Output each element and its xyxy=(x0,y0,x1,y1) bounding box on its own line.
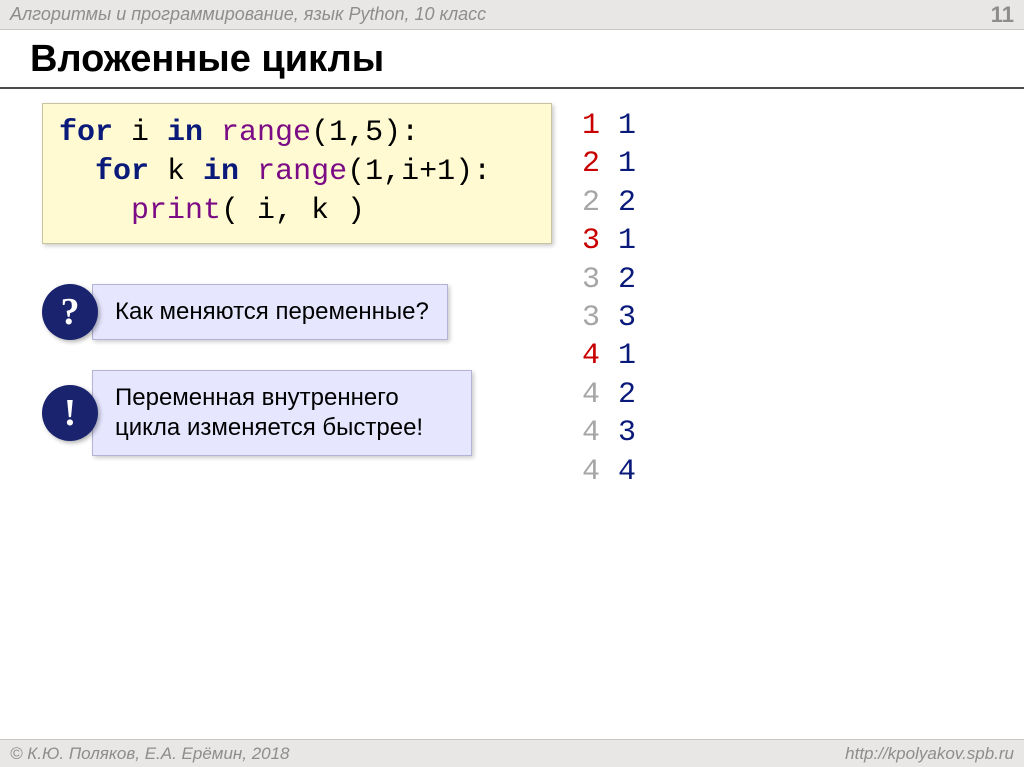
keyword-for: for xyxy=(95,155,149,189)
output-row: 4 4 xyxy=(582,453,636,491)
content-area: for i in range(1,5): for k in range(1,i+… xyxy=(0,89,1024,491)
output-k: 3 xyxy=(618,416,636,450)
output-k: 2 xyxy=(618,378,636,412)
code-block: for i in range(1,5): for k in range(1,i+… xyxy=(42,103,552,244)
footer-url: http://kpolyakov.spb.ru xyxy=(845,744,1014,764)
output-i: 2 xyxy=(582,186,600,220)
output-i: 2 xyxy=(582,147,600,181)
output-k: 1 xyxy=(618,147,636,181)
output-row: 4 2 xyxy=(582,376,636,414)
keyword-in: in xyxy=(167,116,203,150)
func-range: range xyxy=(239,155,347,189)
output-row: 3 2 xyxy=(582,261,636,299)
keyword-for: for xyxy=(59,116,113,150)
output-row: 1 1 xyxy=(582,107,636,145)
output-row: 3 3 xyxy=(582,299,636,337)
output-k: 1 xyxy=(618,224,636,258)
output-k: 3 xyxy=(618,301,636,335)
output-row: 4 3 xyxy=(582,414,636,452)
output-i: 3 xyxy=(582,301,600,335)
page-number: 11 xyxy=(991,2,1014,28)
output-column: 1 12 12 23 13 23 34 14 24 34 4 xyxy=(582,103,636,491)
exclamation-icon: ! xyxy=(42,385,98,441)
output-row: 2 1 xyxy=(582,145,636,183)
output-k: 1 xyxy=(618,109,636,143)
output-i: 3 xyxy=(582,224,600,258)
question-icon: ? xyxy=(42,284,98,340)
output-i: 4 xyxy=(582,455,600,489)
output-i: 3 xyxy=(582,263,600,297)
output-block: 1 12 12 23 13 23 34 14 24 34 4 xyxy=(582,107,636,491)
output-i: 1 xyxy=(582,109,600,143)
output-row: 2 2 xyxy=(582,184,636,222)
left-column: for i in range(1,5): for k in range(1,i+… xyxy=(42,103,602,491)
output-i: 4 xyxy=(582,416,600,450)
output-row: 4 1 xyxy=(582,337,636,375)
output-k: 4 xyxy=(618,455,636,489)
exclamation-callout: ! Переменная внутреннего цикла изменяетс… xyxy=(42,370,602,456)
keyword-in: in xyxy=(203,155,239,189)
func-range: range xyxy=(203,116,311,150)
output-k: 1 xyxy=(618,339,636,373)
main-title: Вложенные циклы xyxy=(0,30,1024,89)
func-print: print xyxy=(131,194,221,228)
output-i: 4 xyxy=(582,339,600,373)
output-k: 2 xyxy=(618,186,636,220)
question-callout: ? Как меняются переменные? xyxy=(42,284,602,340)
output-row: 3 1 xyxy=(582,222,636,260)
header-title: Алгоритмы и программирование, язык Pytho… xyxy=(10,4,486,25)
output-i: 4 xyxy=(582,378,600,412)
exclamation-text: Переменная внутреннего цикла изменяется … xyxy=(92,370,472,456)
question-text: Как меняются переменные? xyxy=(92,284,448,340)
slide-header: Алгоритмы и программирование, язык Pytho… xyxy=(0,0,1024,30)
footer-copyright: © К.Ю. Поляков, Е.А. Ерёмин, 2018 xyxy=(10,744,290,764)
output-k: 2 xyxy=(618,263,636,297)
slide-footer: © К.Ю. Поляков, Е.А. Ерёмин, 2018 http:/… xyxy=(0,739,1024,767)
